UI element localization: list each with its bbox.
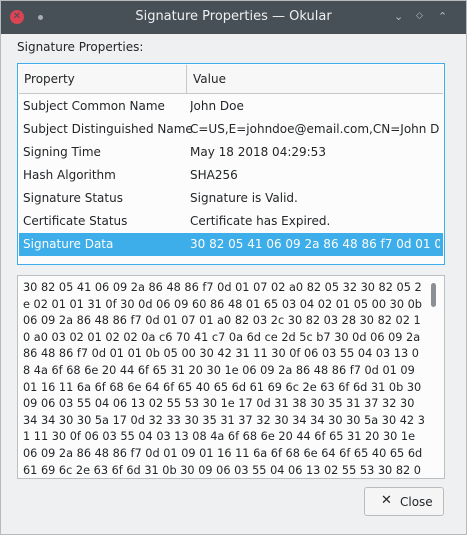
signature-data-textarea[interactable]: 30 82 05 41 06 09 2a 86 48 86 f7 0d 01 0…	[17, 275, 445, 479]
value-cell: May 18 2018 04:29:53	[190, 145, 326, 159]
vertical-scrollbar[interactable]	[431, 283, 436, 307]
signature-data-text: 30 82 05 41 06 09 2a 86 48 86 f7 0d 01 0…	[23, 281, 425, 477]
section-heading: Signature Properties:	[17, 40, 144, 54]
property-cell: Signature Data	[23, 237, 114, 251]
signature-properties-window: ✕ Signature Properties — Okular ⌄ ◇ ⌃ Si…	[0, 0, 467, 535]
table-row[interactable]: Signature Status Signature is Valid.	[19, 187, 443, 210]
column-header-value[interactable]: Value	[193, 72, 226, 86]
property-cell: Signature Status	[23, 191, 123, 205]
properties-table[interactable]: Property Value Subject Common Name John …	[17, 63, 445, 265]
property-cell: Subject Common Name	[23, 99, 165, 113]
close-button-label: Close	[400, 495, 433, 509]
table-row[interactable]: Subject Common Name John Doe	[19, 95, 443, 118]
value-cell: Signature is Valid.	[190, 191, 298, 205]
table-row-selected[interactable]: Signature Data 30 82 05 41 06 09 2a 86 4…	[19, 233, 443, 256]
table-header: Property Value	[19, 65, 443, 94]
maximize-icon[interactable]: ⌃	[438, 10, 447, 23]
value-cell: C=US,E=johndoe@email.com,CN=John Doe	[190, 122, 440, 136]
close-icon: ✕	[381, 493, 392, 508]
table-row[interactable]: Subject Distinguished Name C=US,E=johndo…	[19, 118, 443, 141]
property-cell: Hash Algorithm	[23, 168, 116, 182]
minimize-icon[interactable]: ⌄	[394, 10, 403, 23]
table-row[interactable]: Certificate Status Certificate has Expir…	[19, 210, 443, 233]
table-row[interactable]: Signing Time May 18 2018 04:29:53	[19, 141, 443, 164]
column-divider[interactable]	[186, 65, 187, 93]
title-bar[interactable]: ✕ Signature Properties — Okular ⌄ ◇ ⌃	[1, 1, 466, 34]
restore-icon[interactable]: ◇	[416, 11, 423, 21]
table-row[interactable]: Hash Algorithm SHA256	[19, 164, 443, 187]
value-cell: 30 82 05 41 06 09 2a 86 48 86 f7 0d 01 0…	[190, 237, 440, 251]
property-cell: Subject Distinguished Name	[23, 122, 193, 136]
property-cell: Certificate Status	[23, 214, 128, 228]
column-header-property[interactable]: Property	[24, 72, 75, 86]
close-button[interactable]: ✕ Close	[364, 487, 444, 516]
value-cell: John Doe	[190, 99, 244, 113]
property-cell: Signing Time	[23, 145, 101, 159]
value-cell: SHA256	[190, 168, 238, 182]
value-cell: Certificate has Expired.	[190, 214, 331, 228]
